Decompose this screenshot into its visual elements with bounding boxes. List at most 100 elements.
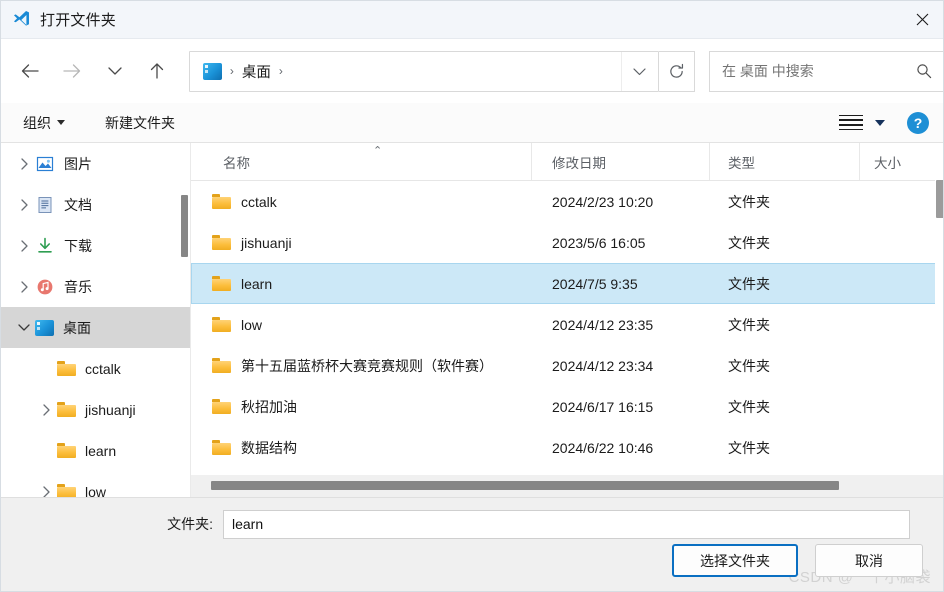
chevron-right-icon <box>20 199 29 211</box>
file-list-horizontal-scrollbar[interactable] <box>191 474 944 497</box>
column-header-size[interactable]: 大小 <box>859 143 929 180</box>
table-row[interactable]: low2024/4/12 23:35文件夹 <box>191 304 944 345</box>
file-list-horizontal-scrollbar-thumb[interactable] <box>211 481 839 490</box>
chevron-down-icon <box>633 67 646 76</box>
file-list-vertical-scrollbar[interactable] <box>935 180 944 475</box>
cell-type: 文件夹 <box>710 233 860 253</box>
sidebar-item-jishuanji[interactable]: jishuanji <box>1 389 191 430</box>
cell-name: cctalk <box>192 194 532 210</box>
sidebar-item-label: 桌面 <box>63 318 91 338</box>
file-list-vertical-scrollbar-thumb[interactable] <box>936 180 944 218</box>
back-button[interactable] <box>14 54 46 88</box>
cell-name: 秋招加油 <box>192 397 532 417</box>
refresh-icon <box>668 63 685 80</box>
folder-name-row: 文件夹: learn <box>1 508 944 540</box>
column-header-date[interactable]: 修改日期 <box>531 143 709 180</box>
address-dropdown-button[interactable] <box>621 52 658 91</box>
table-row[interactable]: cctalk2024/2/23 10:20文件夹 <box>191 181 944 222</box>
table-row[interactable]: learn2024/7/5 9:35文件夹 <box>191 263 944 304</box>
new-folder-button[interactable]: 新建文件夹 <box>99 109 181 137</box>
folder-icon <box>212 235 231 250</box>
sidebar-item-文档[interactable]: 文档 <box>1 184 191 225</box>
dialog-buttons: 选择文件夹 取消 <box>672 544 923 577</box>
cell-type: 文件夹 <box>710 397 860 417</box>
folder-icon <box>57 443 76 458</box>
sidebar-item-label: cctalk <box>85 361 121 377</box>
folder-icon <box>212 317 231 332</box>
command-bar: 组织 新建文件夹 ? <box>1 103 944 143</box>
dialog-body: 图片文档下载音乐桌面 cctalk jishuanji learn low 名称 ⌃ 修… <box>1 143 944 497</box>
close-button[interactable] <box>899 1 944 38</box>
tree-expander[interactable] <box>35 486 57 498</box>
cell-type: 文件夹 <box>710 356 860 376</box>
tree-scrollbar[interactable] <box>181 143 188 497</box>
table-row[interactable]: 数据结构2024/6/22 10:46文件夹 <box>191 427 944 468</box>
sort-ascending-icon: ⌃ <box>373 146 382 157</box>
column-header-date-label: 修改日期 <box>552 152 606 172</box>
sidebar-item-下载[interactable]: 下载 <box>1 225 191 266</box>
cell-name: low <box>192 317 532 333</box>
select-folder-button[interactable]: 选择文件夹 <box>672 544 798 577</box>
tree-expander[interactable] <box>35 404 57 416</box>
tree-expander[interactable] <box>13 199 35 211</box>
sidebar-item-label: 文档 <box>64 195 92 215</box>
view-mode-dropdown-icon[interactable] <box>875 120 885 126</box>
sidebar-item-图片[interactable]: 图片 <box>1 143 191 184</box>
organize-button[interactable]: 组织 <box>17 109 71 137</box>
breadcrumb-separator: › <box>230 64 234 78</box>
file-list-pane: 名称 ⌃ 修改日期 类型 大小 cctalk2024/2/23 10:20文件夹… <box>191 143 944 497</box>
refresh-button[interactable] <box>659 51 695 92</box>
folder-icon <box>212 440 231 455</box>
file-name: cctalk <box>241 194 277 210</box>
sidebar-item-label: jishuanji <box>85 402 136 418</box>
breadcrumb-item-desktop[interactable]: 桌面 <box>242 61 271 82</box>
chevron-right-icon <box>42 404 51 416</box>
search-icon <box>916 63 932 79</box>
help-button[interactable]: ? <box>907 112 929 134</box>
recent-locations-button[interactable] <box>98 54 130 88</box>
table-row[interactable]: 第十五届蓝桥杯大赛竞赛规则（软件赛）2024/4/12 23:34文件夹 <box>191 345 944 386</box>
up-button[interactable] <box>141 54 173 88</box>
table-row[interactable]: jishuanji2023/5/6 16:05文件夹 <box>191 222 944 263</box>
cell-date: 2024/4/12 23:34 <box>532 358 710 374</box>
search-input[interactable]: 在 桌面 中搜索 <box>722 61 814 81</box>
sidebar-item-cctalk[interactable]: cctalk <box>1 348 191 389</box>
tree-scrollbar-thumb[interactable] <box>181 195 188 257</box>
sidebar-item-low[interactable]: low <box>1 471 191 497</box>
arrow-right-icon <box>62 63 82 79</box>
column-header-size-label: 大小 <box>874 152 901 172</box>
chevron-down-icon <box>108 66 122 76</box>
forward-button[interactable] <box>56 54 88 88</box>
address-bar[interactable]: › 桌面 › <box>189 51 659 92</box>
cell-date: 2024/4/12 23:35 <box>532 317 710 333</box>
sidebar-item-label: 音乐 <box>64 277 92 297</box>
chevron-right-icon <box>20 281 29 293</box>
chevron-right-icon <box>20 158 29 170</box>
tree-expander[interactable] <box>13 323 35 332</box>
sidebar-item-label: learn <box>85 443 116 459</box>
tree-expander[interactable] <box>13 240 35 252</box>
file-name: low <box>241 317 262 333</box>
cancel-button[interactable]: 取消 <box>815 544 923 577</box>
sidebar-item-桌面[interactable]: 桌面 <box>1 307 191 348</box>
cell-date: 2024/7/5 9:35 <box>532 276 710 292</box>
tree-expander[interactable] <box>13 158 35 170</box>
folder-name-input[interactable]: learn <box>223 510 910 539</box>
folder-icon <box>212 194 231 209</box>
view-mode-button[interactable] <box>839 112 863 134</box>
cell-name: 第十五届蓝桥杯大赛竞赛规则（软件赛） <box>192 356 532 376</box>
desktop-icon <box>35 320 54 336</box>
column-header-type[interactable]: 类型 <box>709 143 859 180</box>
cell-date: 2024/6/22 10:46 <box>532 440 710 456</box>
column-header-name-label: 名称 <box>223 152 250 172</box>
close-icon <box>916 13 929 26</box>
search-box[interactable]: 在 桌面 中搜索 <box>709 51 944 92</box>
table-row[interactable]: 秋招加油2024/6/17 16:15文件夹 <box>191 386 944 427</box>
music-icon <box>35 277 55 297</box>
tree-expander[interactable] <box>13 281 35 293</box>
cell-type: 文件夹 <box>710 438 860 458</box>
sidebar-item-音乐[interactable]: 音乐 <box>1 266 191 307</box>
column-header-name[interactable]: 名称 ⌃ <box>191 143 531 180</box>
file-name: 秋招加油 <box>241 397 297 417</box>
sidebar-item-learn[interactable]: learn <box>1 430 191 471</box>
